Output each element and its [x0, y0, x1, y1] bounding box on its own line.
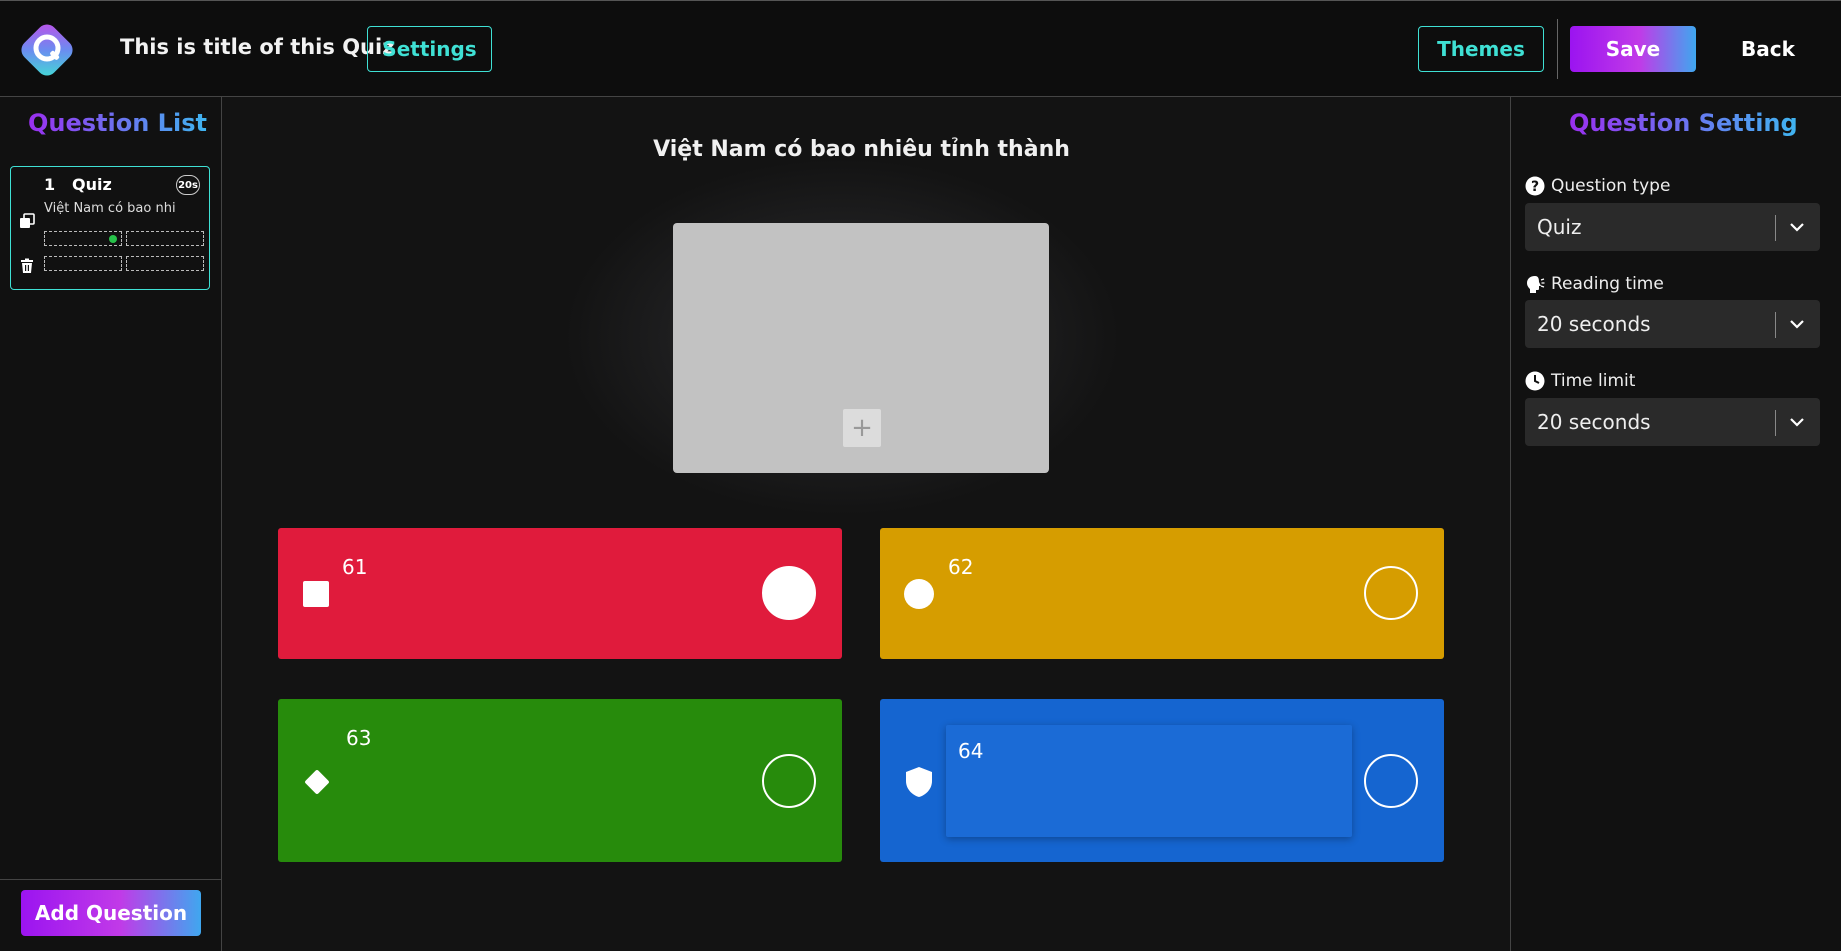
quiz-logo-icon[interactable]	[16, 19, 78, 81]
answer-slot-preview	[126, 231, 204, 246]
question-text[interactable]: Việt Nam có bao nhiêu tỉnh thành	[222, 137, 1501, 162]
shield-icon	[906, 767, 932, 797]
themes-button[interactable]: Themes	[1418, 26, 1544, 72]
answer-text[interactable]: 64	[958, 739, 983, 763]
time-limit-select[interactable]: 20 seconds	[1525, 398, 1820, 446]
correct-answer-toggle[interactable]	[1364, 754, 1418, 808]
question-time-badge: 20s	[176, 175, 200, 195]
question-type-select[interactable]: Quiz	[1525, 203, 1820, 251]
trash-icon[interactable]	[19, 258, 35, 274]
answer-option-3[interactable]: 63	[278, 699, 842, 862]
square-icon	[303, 581, 329, 607]
chevron-down-icon[interactable]	[1789, 316, 1805, 332]
reading-time-label: Reading time	[1525, 274, 1664, 294]
correct-answer-toggle[interactable]	[1364, 566, 1418, 620]
time-limit-label: Time limit	[1525, 371, 1635, 391]
answer-text[interactable]: 63	[346, 726, 371, 750]
answer-option-2[interactable]: 62	[880, 528, 1444, 659]
reading-time-label-text: Reading time	[1551, 274, 1664, 294]
answer-option-4[interactable]: 64	[880, 699, 1444, 862]
answer-slot-preview	[44, 231, 122, 246]
top-bar: This is title of this Quiz Settings Them…	[0, 0, 1841, 97]
chevron-down-icon[interactable]	[1789, 219, 1805, 235]
answer-text[interactable]: 62	[948, 555, 973, 579]
question-type-label: ? Question type	[1525, 176, 1670, 196]
question-setting-title: Question Setting	[1569, 109, 1798, 137]
correct-answer-toggle[interactable]	[762, 566, 816, 620]
reading-head-icon	[1527, 276, 1545, 293]
question-editor: Việt Nam có bao nhiêu tỉnh thành + 61 62…	[222, 97, 1510, 951]
settings-button[interactable]: Settings	[367, 26, 492, 72]
add-question-button[interactable]: Add Question	[21, 890, 201, 936]
circle-icon	[904, 579, 934, 609]
question-type-value: Quiz	[1537, 215, 1582, 239]
select-divider	[1775, 215, 1776, 241]
answer-input-field[interactable]: 64	[946, 725, 1352, 837]
duplicate-icon[interactable]	[19, 213, 35, 229]
question-type-label-text: Question type	[1551, 176, 1671, 196]
question-preview-text: Việt Nam có bao nhi	[44, 201, 176, 216]
question-setting-panel: Question Setting ? Question type Quiz Re…	[1510, 97, 1841, 951]
question-number: 1	[44, 175, 56, 194]
answer-option-1[interactable]: 61	[278, 528, 842, 659]
answer-text[interactable]: 61	[342, 555, 367, 579]
svg-text:?: ?	[1531, 179, 1539, 195]
question-type-label: Quiz	[72, 175, 112, 194]
answer-slot-preview	[44, 256, 122, 271]
reading-time-value: 20 seconds	[1537, 312, 1651, 336]
time-limit-label-text: Time limit	[1551, 371, 1636, 391]
time-limit-value: 20 seconds	[1537, 410, 1651, 434]
correct-answer-toggle[interactable]	[762, 754, 816, 808]
media-upload-area[interactable]: +	[673, 223, 1049, 473]
diamond-icon	[305, 770, 329, 794]
question-card[interactable]: 1 Quiz 20s Việt Nam có bao nhi	[10, 166, 210, 290]
header-divider	[1557, 19, 1558, 79]
chevron-down-icon[interactable]	[1789, 414, 1805, 430]
select-divider	[1775, 410, 1776, 436]
correct-dot	[109, 235, 117, 243]
reading-time-select[interactable]: 20 seconds	[1525, 300, 1820, 348]
quiz-title[interactable]: This is title of this Quiz	[120, 35, 394, 59]
add-media-icon[interactable]: +	[843, 409, 881, 447]
question-list-panel: Question List 1 Quiz 20s Việt Nam có bao…	[0, 97, 222, 951]
clock-icon	[1525, 371, 1545, 391]
select-divider	[1775, 312, 1776, 338]
question-list-title: Question List	[28, 109, 207, 137]
answer-slot-preview	[126, 256, 204, 271]
save-button[interactable]: Save	[1570, 26, 1696, 72]
divider	[0, 879, 221, 880]
back-button[interactable]: Back	[1718, 26, 1818, 72]
help-circle-icon: ?	[1525, 176, 1545, 196]
